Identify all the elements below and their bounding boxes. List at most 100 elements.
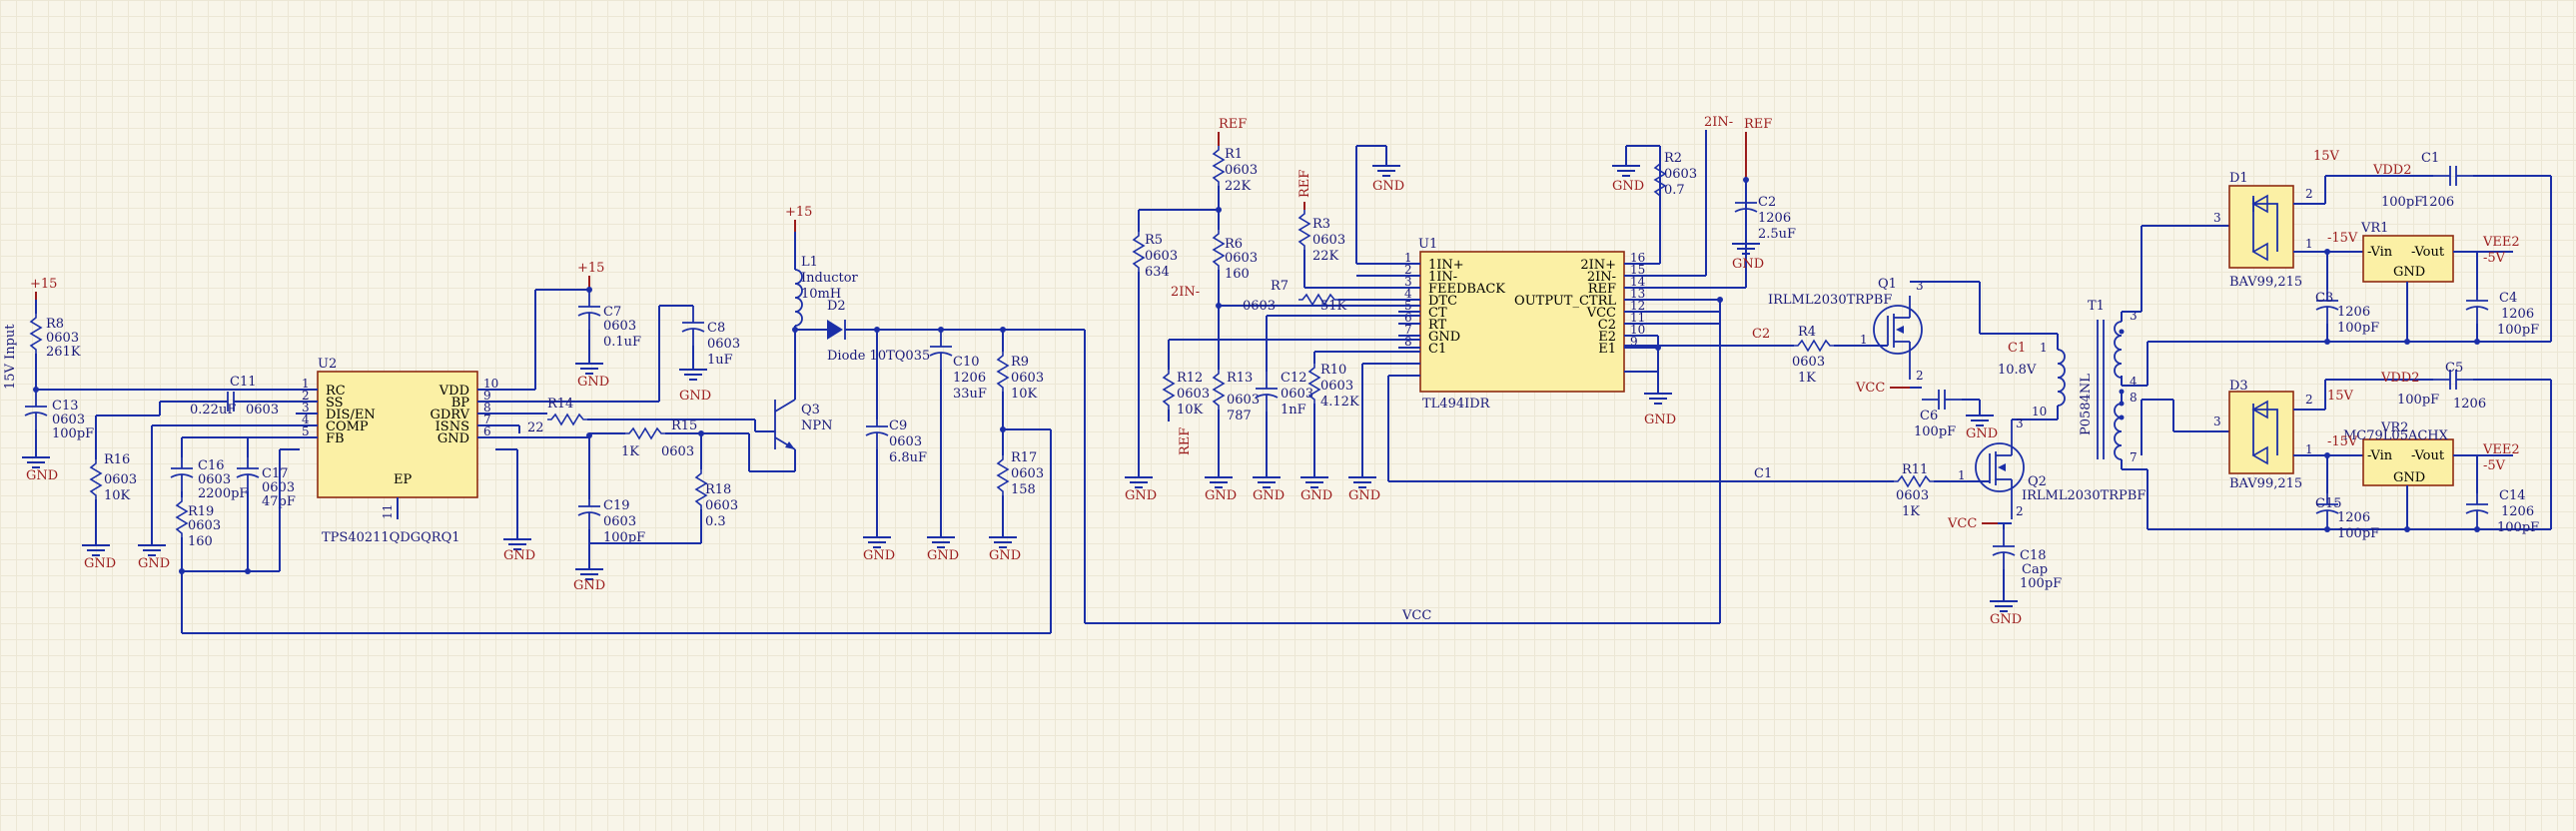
r3-pkg: 0603 xyxy=(1312,233,1345,248)
l1-type: Inductor xyxy=(801,271,859,286)
u1-part: TL494IDR xyxy=(1422,397,1491,412)
c17-cap[interactable] xyxy=(236,450,260,492)
v15-label-2: 15V xyxy=(2327,389,2354,404)
u2-right-num-4: 6 xyxy=(483,424,491,438)
vr2-vout: -Vout xyxy=(2411,448,2445,463)
q1-val: IRLML2030TRPBF xyxy=(1768,293,1892,308)
u2-left-num-4: 5 xyxy=(302,424,310,438)
gnd-label-17: GND xyxy=(1612,179,1644,194)
r11-ref: R11 xyxy=(1902,462,1928,477)
gnd-label-7: GND xyxy=(503,548,535,563)
c17-val: 47pF xyxy=(262,494,296,509)
r15-resistor[interactable] xyxy=(624,427,666,439)
r6-ref: R6 xyxy=(1225,237,1243,252)
c6-ref: C6 xyxy=(1920,409,1938,423)
gnd-label-2: GND xyxy=(84,556,116,571)
v108-label: 10.8V xyxy=(1998,363,2037,378)
c11-pkg: 0603 xyxy=(246,403,279,417)
n15v-label-2: -15V xyxy=(2327,434,2358,449)
output-section: T1 P0584NL 3 4 8 7 D1 BAV99,215 3 2 1 15… xyxy=(2079,149,2552,541)
r3-val: 22K xyxy=(1312,249,1339,264)
c13-cap[interactable] xyxy=(24,389,48,430)
c7-cap[interactable] xyxy=(577,289,601,331)
gnd-label-4: GND xyxy=(577,375,609,390)
r1-resistor[interactable] xyxy=(1213,145,1225,187)
r3-ref: R3 xyxy=(1312,217,1330,232)
r13-val: 787 xyxy=(1227,409,1252,423)
r13-resistor[interactable] xyxy=(1213,369,1225,411)
r18-val: 0.3 xyxy=(705,514,726,529)
r12-resistor[interactable] xyxy=(1163,369,1175,411)
gnd-label-21: GND xyxy=(1990,612,2022,627)
r6-resistor[interactable] xyxy=(1213,229,1225,271)
r9-resistor[interactable] xyxy=(997,351,1009,393)
vcc-label-2: VCC xyxy=(1947,516,1977,531)
r19-resistor[interactable] xyxy=(176,496,188,538)
d2-diode[interactable] xyxy=(827,320,843,340)
r2-ref: R2 xyxy=(1664,151,1682,166)
r15-ref: R15 xyxy=(671,418,697,433)
c10-pkg: 1206 xyxy=(953,371,986,386)
r5-resistor[interactable] xyxy=(1133,231,1145,273)
r18-ref: R18 xyxy=(705,482,731,497)
t1-pin1: 1 xyxy=(2040,341,2048,355)
r11-resistor[interactable] xyxy=(1893,475,1935,487)
c12-ref: C12 xyxy=(1281,371,1307,386)
t1-sec2[interactable] xyxy=(2114,403,2123,460)
u1-section: U1 TL494IDR 1 1IN+2 1IN-3 FEEDBACK4 DTC5 CT6 R… xyxy=(1124,115,1878,503)
c8-cap[interactable] xyxy=(681,305,705,347)
c15-pkg: 1206 xyxy=(2337,510,2370,525)
r4-val: 1K xyxy=(1798,371,1816,386)
c17-ref: C17 xyxy=(262,466,289,481)
vee2-label-1: VEE2 xyxy=(2482,235,2520,250)
u1-left-name-7: C1 xyxy=(1428,342,1446,357)
r9-pkg: 0603 xyxy=(1011,371,1044,386)
c14-val: 100pF xyxy=(2497,520,2539,535)
r17-pkg: 0603 xyxy=(1011,466,1044,481)
r7-pkg: 0603 xyxy=(1243,299,1276,314)
r17-resistor[interactable] xyxy=(997,454,1009,496)
gnd-label-12: GND xyxy=(1205,488,1237,503)
r10-ref: R10 xyxy=(1320,363,1346,378)
c14-cap[interactable] xyxy=(2465,486,2489,528)
r8-resistor[interactable] xyxy=(30,313,42,355)
r15-pkg: 0603 xyxy=(661,444,694,459)
c13-val: 100pF xyxy=(52,426,94,441)
r6-val: 160 xyxy=(1225,267,1250,282)
r16-resistor[interactable] xyxy=(90,458,102,500)
c10-ref: C10 xyxy=(953,355,980,370)
schematic: +15 R8 0603 261K 15V Input C13 0603 100p… xyxy=(3,115,2552,634)
c4-cap[interactable] xyxy=(2465,283,2489,325)
r7-val: 51K xyxy=(1320,299,1347,314)
r10-resistor[interactable] xyxy=(1308,363,1320,405)
r9-val: 10K xyxy=(1011,387,1038,402)
c6-cap[interactable] xyxy=(1921,389,1963,411)
c3-ref: C3 xyxy=(2315,291,2333,306)
gnd-label-16: GND xyxy=(1348,488,1380,503)
schematic-canvas[interactable]: { "power":{"p15":"+15","ref":"REF","gnd"… xyxy=(0,0,2576,831)
r4-ref: R4 xyxy=(1798,325,1816,340)
gnd-label-18: GND xyxy=(1732,257,1764,272)
c19-cap[interactable] xyxy=(577,488,601,530)
vr2-vin: -Vin xyxy=(2367,448,2393,463)
c10-cap[interactable] xyxy=(929,329,953,371)
c9-cap[interactable] xyxy=(865,409,889,450)
c13-ref: C13 xyxy=(52,399,79,414)
r5-pkg: 0603 xyxy=(1145,249,1178,264)
in2n-label-1: 2IN- xyxy=(1171,285,1200,300)
q2-pin3: 3 xyxy=(2016,416,2024,430)
r10-pkg: 0603 xyxy=(1320,379,1353,394)
r13-ref: R13 xyxy=(1227,371,1253,386)
c1-cap[interactable] xyxy=(2432,165,2474,187)
t1-primary[interactable] xyxy=(2057,349,2066,407)
c16-cap[interactable] xyxy=(170,450,194,492)
c18-cap[interactable] xyxy=(1992,528,2016,570)
r14-resistor[interactable] xyxy=(546,414,588,425)
v15-label-1: 15V xyxy=(2313,149,2340,164)
r3-resistor[interactable] xyxy=(1298,209,1310,251)
d3-box[interactable] xyxy=(2228,391,2294,474)
r2-val: 0.7 xyxy=(1664,183,1685,198)
r4-resistor[interactable] xyxy=(1793,340,1835,352)
r19-ref: R19 xyxy=(188,504,214,519)
gnd-label-10: GND xyxy=(989,548,1021,563)
